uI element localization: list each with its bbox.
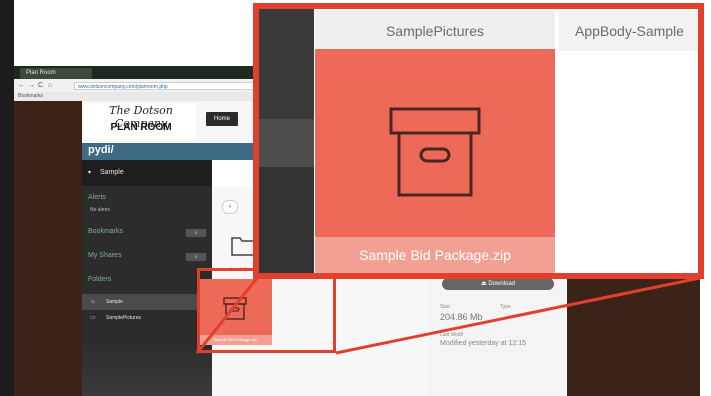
left-dark-strip bbox=[0, 0, 14, 396]
sidebar-lower-area bbox=[82, 340, 212, 396]
alerts-heading: Alerts bbox=[88, 194, 106, 201]
file-info-panel: ⏏ Download Size Type 204.86 Mb Last Modi… bbox=[430, 270, 567, 396]
home-button[interactable]: Home bbox=[206, 112, 238, 126]
shares-count-badge: 0 bbox=[186, 253, 206, 261]
sidebar-folder-label: SamplePictures bbox=[106, 315, 142, 321]
no-alerts-text: No alerts bbox=[90, 207, 111, 213]
workspace-label: Sample bbox=[100, 169, 124, 176]
tile-sample-bid-package-zip[interactable]: Sample Bid Package.zip bbox=[315, 49, 555, 273]
highlight-box bbox=[197, 268, 336, 353]
tile-appbody-sample[interactable]: AppBody-Sample bbox=[559, 11, 698, 51]
back-nav-icon[interactable]: ← bbox=[18, 79, 25, 92]
forward-nav-icon[interactable]: → bbox=[28, 79, 35, 92]
bookmarks-count-badge: 0 bbox=[186, 229, 206, 237]
file-size-value: 204.86 Mb bbox=[440, 312, 483, 322]
workspace-caret-icon: ▾ bbox=[88, 170, 92, 176]
back-button[interactable]: ‹ bbox=[222, 200, 238, 214]
sidebar-item-bookmarks[interactable]: Bookmarks bbox=[88, 228, 123, 235]
size-key: Size bbox=[440, 304, 450, 310]
tile-samplepictures[interactable]: SamplePictures bbox=[315, 11, 555, 51]
sidebar-item-my-shares[interactable]: My Shares bbox=[88, 252, 121, 259]
download-label: Download bbox=[488, 281, 516, 287]
folder-icon: ▭ bbox=[90, 315, 96, 321]
workspace-selector[interactable]: ▾ Sample bbox=[82, 160, 212, 186]
sidebar-folder-sample[interactable]: ⌂ Sample bbox=[82, 294, 212, 310]
modified-value: Modified yesterday at 12:15 bbox=[440, 340, 526, 347]
tile-zip-label: Sample Bid Package.zip bbox=[315, 237, 555, 273]
tab-plan-room[interactable]: Plan Room bbox=[20, 68, 92, 79]
reload-icon[interactable]: C bbox=[38, 79, 43, 92]
type-key: Type bbox=[500, 304, 511, 310]
zoom-sidebar-lower bbox=[259, 167, 314, 273]
download-button[interactable]: ⏏ Download bbox=[442, 278, 554, 290]
logo-planroom-text: PLAN ROOM bbox=[110, 122, 172, 133]
modified-key: Last Modif bbox=[440, 332, 464, 338]
pydio-logo[interactable]: pydi/ bbox=[88, 144, 114, 156]
zoom-callout: SamplePictures AppBody-Sample Sample Bid… bbox=[253, 3, 704, 279]
zoom-sidebar-selected-band bbox=[259, 119, 314, 167]
sidebar: ▾ Sample Alerts No alerts Bookmarks 0 My… bbox=[82, 160, 212, 396]
sidebar-folder-label: Sample bbox=[106, 299, 123, 305]
zoom-empty-area bbox=[559, 51, 698, 273]
home-folder-icon: ⌂ bbox=[91, 299, 95, 305]
folders-heading: Folders bbox=[88, 276, 112, 283]
dotson-logo[interactable]: The Dotson Company PLAN ROOM bbox=[84, 103, 196, 141]
archive-box-icon bbox=[389, 107, 481, 197]
sidebar-folder-samplepictures[interactable]: ▭ SamplePictures bbox=[82, 310, 212, 326]
home-icon[interactable]: ⌂ bbox=[48, 79, 52, 92]
